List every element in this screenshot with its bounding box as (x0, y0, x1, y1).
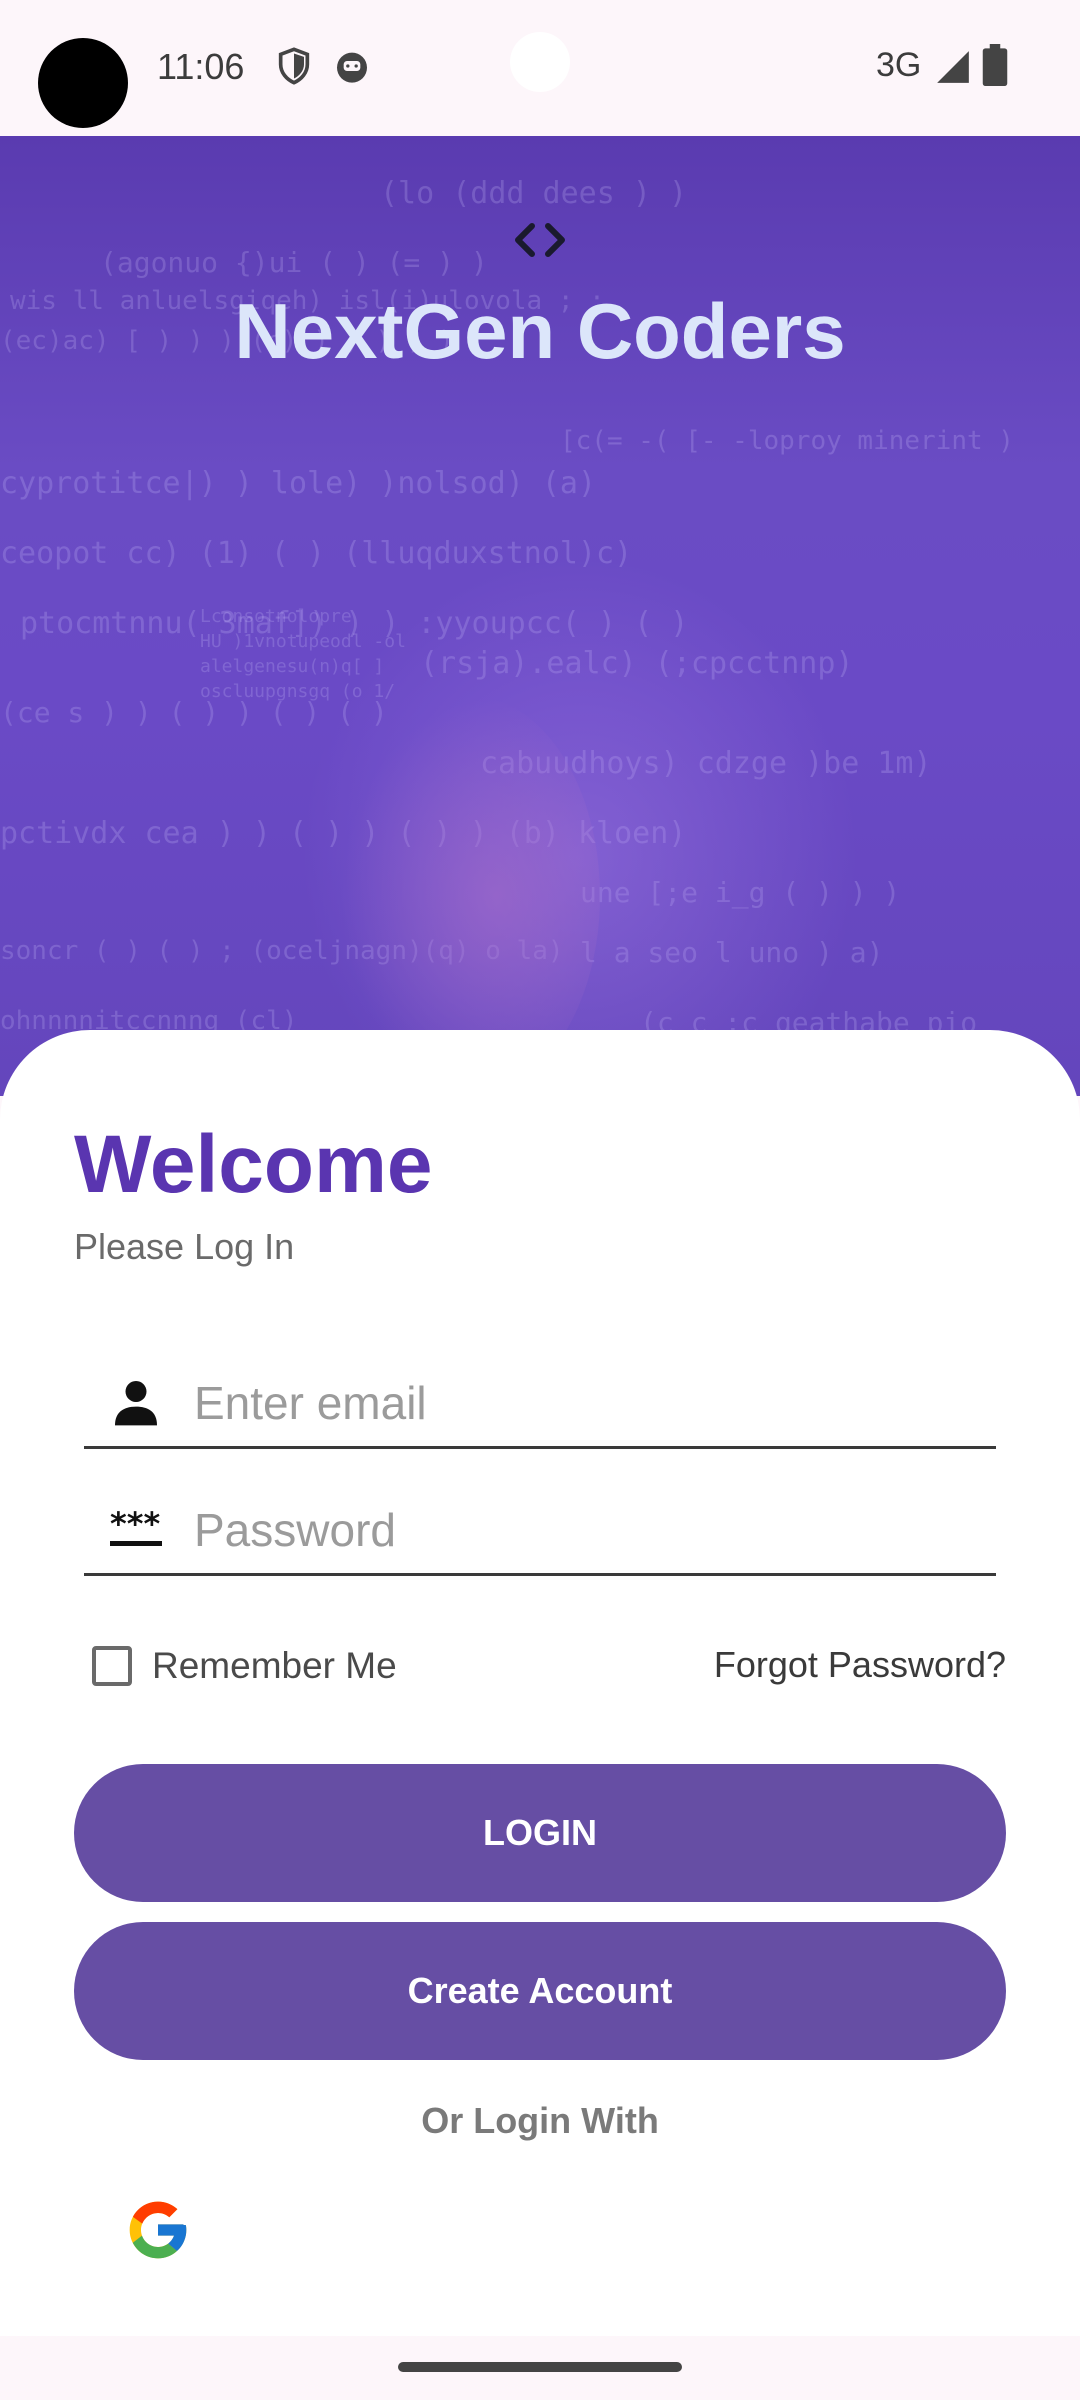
login-subheading: Please Log In (74, 1226, 295, 1267)
status-bar: 11:06 3G (0, 0, 1080, 136)
cat-face-icon (337, 52, 367, 83)
remember-me-label: Remember Me (152, 1645, 397, 1686)
forgot-password-link[interactable]: Forgot Password? (714, 1644, 1006, 1686)
google-icon[interactable] (124, 2196, 192, 2264)
front-camera (510, 32, 570, 92)
password-dots-icon: *** (110, 1505, 162, 1546)
welcome-heading: Welcome (74, 1119, 433, 1210)
shield-icon (278, 47, 310, 85)
battery-icon (982, 44, 1008, 86)
remember-me-checkbox[interactable] (92, 1646, 132, 1686)
email-field[interactable] (84, 1362, 996, 1449)
password-input[interactable] (194, 1495, 974, 1565)
password-field[interactable]: *** (84, 1489, 996, 1576)
brand-title: NextGen Coders (234, 287, 846, 375)
network-type: 3G (876, 46, 922, 84)
signal-icon (937, 51, 969, 83)
hero-banner: (lo (ddd dees ) ) (agonuo {)ui ( ) (= ) … (0, 136, 1080, 1096)
remember-me-option[interactable]: Remember Me (92, 1641, 397, 1691)
login-screen: 11:06 3G (lo (ddd dees ) ) (agonuo {)ui … (0, 0, 1080, 2400)
home-indicator[interactable] (398, 2362, 682, 2372)
code-brackets-icon (515, 223, 565, 257)
status-time: 11:06 (157, 46, 245, 87)
person-icon (115, 1381, 157, 1426)
login-button[interactable]: LOGIN (74, 1764, 1006, 1902)
svg-text:***: *** (110, 1505, 160, 1543)
camera-cutout (38, 38, 128, 128)
login-card: Welcome Please Log In *** Remember Me Fo… (0, 1030, 1080, 2340)
email-input[interactable] (194, 1368, 974, 1438)
alt-login-label: Or Login With (421, 2100, 659, 2141)
create-account-button[interactable]: Create Account (74, 1922, 1006, 2060)
